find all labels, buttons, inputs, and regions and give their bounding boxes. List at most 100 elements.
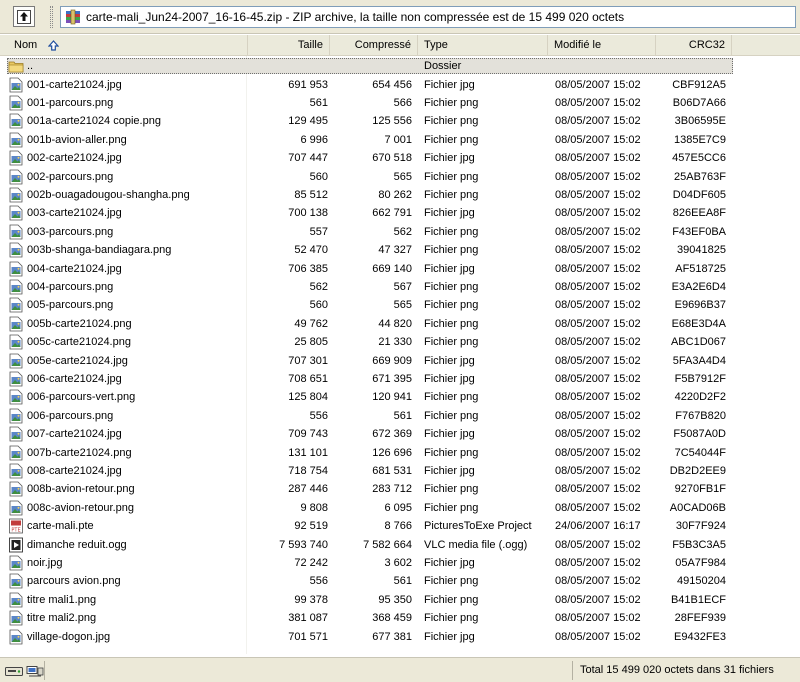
file-name-cell: village-dogon.jpg <box>8 628 248 646</box>
file-name: 003-carte21024.jpg <box>27 207 122 220</box>
file-row[interactable]: 008c-avion-retour.png 9 808 6 095 Fichier p… <box>0 499 760 517</box>
file-compressed-size: 654 456 <box>372 78 412 91</box>
file-type: Fichier png <box>424 188 479 201</box>
column-header-compressed[interactable]: Compressé <box>330 35 418 55</box>
file-type: Fichier png <box>424 115 479 128</box>
column-header-crc[interactable]: CRC32 <box>656 35 732 55</box>
file-size: 700 138 <box>288 207 328 220</box>
file-type: Fichier png <box>424 280 479 293</box>
file-name: titre mali1.png <box>27 593 97 606</box>
file-row[interactable]: noir.jpg 72 242 3 602 Fichier jpg 08/05/2007… <box>0 554 760 572</box>
file-row[interactable]: 005e-carte21024.jpg 707 301 669 909 Fichier… <box>0 352 760 370</box>
file-modified-date: 08/05/2007 15:02 <box>555 207 641 220</box>
file-name: 006-parcours-vert.png <box>27 391 136 404</box>
file-row[interactable]: 003-carte21024.jpg 700 138 662 791 Fichier … <box>0 204 760 222</box>
file-row[interactable]: 006-parcours.png 556 561 Fichier png 08/05/2… <box>0 407 760 425</box>
file-type: PicturesToExe Project <box>424 520 532 533</box>
file-row[interactable]: village-dogon.jpg 701 571 677 381 Fichier j… <box>0 628 760 646</box>
file-size: 72 242 <box>294 556 328 569</box>
file-name-cell: titre mali1.png <box>8 591 248 609</box>
file-row[interactable]: titre mali2.png 381 087 368 459 Fichier png… <box>0 609 760 627</box>
file-name: 003b-shanga-bandiagara.png <box>27 244 172 257</box>
file-name-cell: noir.jpg <box>8 554 248 572</box>
file-name: 001b-avion-aller.png <box>27 133 127 146</box>
file-row[interactable]: titre mali1.png 99 378 95 350 Fichier png 08… <box>0 591 760 609</box>
image-file-icon <box>8 261 24 277</box>
file-compressed-size: 7 001 <box>384 133 412 146</box>
file-type: Fichier png <box>424 133 479 146</box>
file-compressed-size: 565 <box>393 299 412 312</box>
up-folder-button[interactable] <box>13 6 35 27</box>
file-row[interactable]: 007-carte21024.jpg 709 743 672 369 Fichier … <box>0 425 760 443</box>
image-file-icon <box>8 113 24 129</box>
file-row[interactable]: 001b-avion-aller.png 6 996 7 001 Fichier pn… <box>0 131 760 149</box>
file-row[interactable]: 005c-carte21024.png 25 805 21 330 Fichier p… <box>0 333 760 351</box>
column-header-modified[interactable]: Modifié le <box>548 35 656 55</box>
file-compressed-size: 565 <box>393 170 412 183</box>
file-modified-date: 08/05/2007 15:02 <box>555 446 641 459</box>
archive-path-field[interactable]: carte-mali_Jun24-2007_16-16-45.zip - ZIP… <box>60 6 796 28</box>
sort-ascending-icon <box>48 39 60 51</box>
toolbar-grip[interactable] <box>50 6 53 28</box>
file-name: 005b-carte21024.png <box>27 317 132 330</box>
file-compressed-size: 561 <box>393 409 412 422</box>
file-row[interactable]: dimanche reduit.ogg 7 593 740 7 582 664 VLC… <box>0 536 760 554</box>
file-name: 004-carte21024.jpg <box>27 262 122 275</box>
file-compressed-size: 566 <box>393 96 412 109</box>
file-crc32: AF518725 <box>675 262 726 275</box>
file-compressed-size: 21 330 <box>378 336 412 349</box>
file-crc32: 3B06595E <box>674 115 726 128</box>
column-header-size[interactable]: Taille <box>248 35 330 55</box>
file-name-cell: 008b-avion-retour.png <box>8 480 248 498</box>
file-name: 002-carte21024.jpg <box>27 152 122 165</box>
file-name-cell: 001-carte21024.jpg <box>8 76 248 94</box>
file-compressed-size: 80 262 <box>378 188 412 201</box>
column-header-type[interactable]: Type <box>418 35 548 55</box>
file-row[interactable]: 004-carte21024.jpg 706 385 669 140 Fichier … <box>0 260 760 278</box>
file-type: Fichier png <box>424 170 479 183</box>
file-name-cell: dimanche reduit.ogg <box>8 536 248 554</box>
file-row[interactable]: 001a-carte21024 copie.png 129 495 125 556 F… <box>0 112 760 130</box>
file-name: 004-parcours.png <box>27 280 114 293</box>
file-modified-date: 08/05/2007 15:02 <box>555 317 641 330</box>
file-type: Fichier jpg <box>424 78 475 91</box>
file-row[interactable]: 004-parcours.png 562 567 Fichier png 08/05/2… <box>0 278 760 296</box>
file-size: 709 743 <box>288 428 328 441</box>
image-file-icon <box>8 316 24 332</box>
file-type: Fichier jpg <box>424 207 475 220</box>
file-crc32: 7C54044F <box>674 446 726 459</box>
file-row[interactable]: 008b-avion-retour.png 287 446 283 712 Fichi… <box>0 480 760 498</box>
file-name: noir.jpg <box>27 556 63 569</box>
parent-folder-type: Dossier <box>424 60 462 72</box>
file-row[interactable]: 002-carte21024.jpg 707 447 670 518 Fichier … <box>0 149 760 167</box>
file-row[interactable]: parcours avion.png 556 561 Fichier png 08/05… <box>0 572 760 590</box>
file-row[interactable]: 006-parcours-vert.png 125 804 120 941 Fichi… <box>0 388 760 406</box>
parent-folder-row[interactable]: .. Dossier <box>0 57 760 75</box>
network-drive-icon <box>26 665 44 676</box>
file-row[interactable]: 008-carte21024.jpg 718 754 681 531 Fichier … <box>0 462 760 480</box>
archive-path-text: carte-mali_Jun24-2007_16-16-45.zip - ZIP… <box>86 10 625 24</box>
file-row[interactable]: 005b-carte21024.png 49 762 44 820 Fichier p… <box>0 315 760 333</box>
file-crc32: D04DF605 <box>672 188 726 201</box>
file-crc32: 1385E7C9 <box>674 133 726 146</box>
file-row[interactable]: 003-parcours.png 557 562 Fichier png 08/05/2… <box>0 223 760 241</box>
column-header-name[interactable]: Nom <box>0 35 248 55</box>
file-size: 85 512 <box>294 188 328 201</box>
file-row[interactable]: 007b-carte21024.png 131 101 126 696 Fichier… <box>0 444 760 462</box>
file-name-cell: 004-carte21024.jpg <box>8 260 248 278</box>
file-compressed-size: 669 140 <box>372 262 412 275</box>
file-row[interactable]: PTE carte-mali.pte 92 519 8 766 PicturesToEx… <box>0 517 760 535</box>
file-compressed-size: 7 582 664 <box>363 538 412 551</box>
file-name-cell: 002b-ouagadougou-shangha.png <box>8 186 248 204</box>
file-row[interactable]: 005-parcours.png 560 565 Fichier png 08/05/2… <box>0 296 760 314</box>
file-row[interactable]: 001-carte21024.jpg 691 953 654 456 Fichier … <box>0 76 760 94</box>
file-row[interactable]: 001-parcours.png 561 566 Fichier png 08/05/2… <box>0 94 760 112</box>
file-compressed-size: 126 696 <box>372 446 412 459</box>
file-row[interactable]: 002-parcours.png 560 565 Fichier png 08/05/2… <box>0 168 760 186</box>
file-type: Fichier png <box>424 391 479 404</box>
file-row[interactable]: 003b-shanga-bandiagara.png 52 470 47 327 Fi… <box>0 241 760 259</box>
file-list[interactable]: .. Dossier 001-carte21024.jpg 691 953 654 … <box>0 56 800 656</box>
file-row[interactable]: 002b-ouagadougou-shangha.png 85 512 80 262… <box>0 186 760 204</box>
file-type: Fichier png <box>424 446 479 459</box>
file-row[interactable]: 006-carte21024.jpg 708 651 671 395 Fichier … <box>0 370 760 388</box>
